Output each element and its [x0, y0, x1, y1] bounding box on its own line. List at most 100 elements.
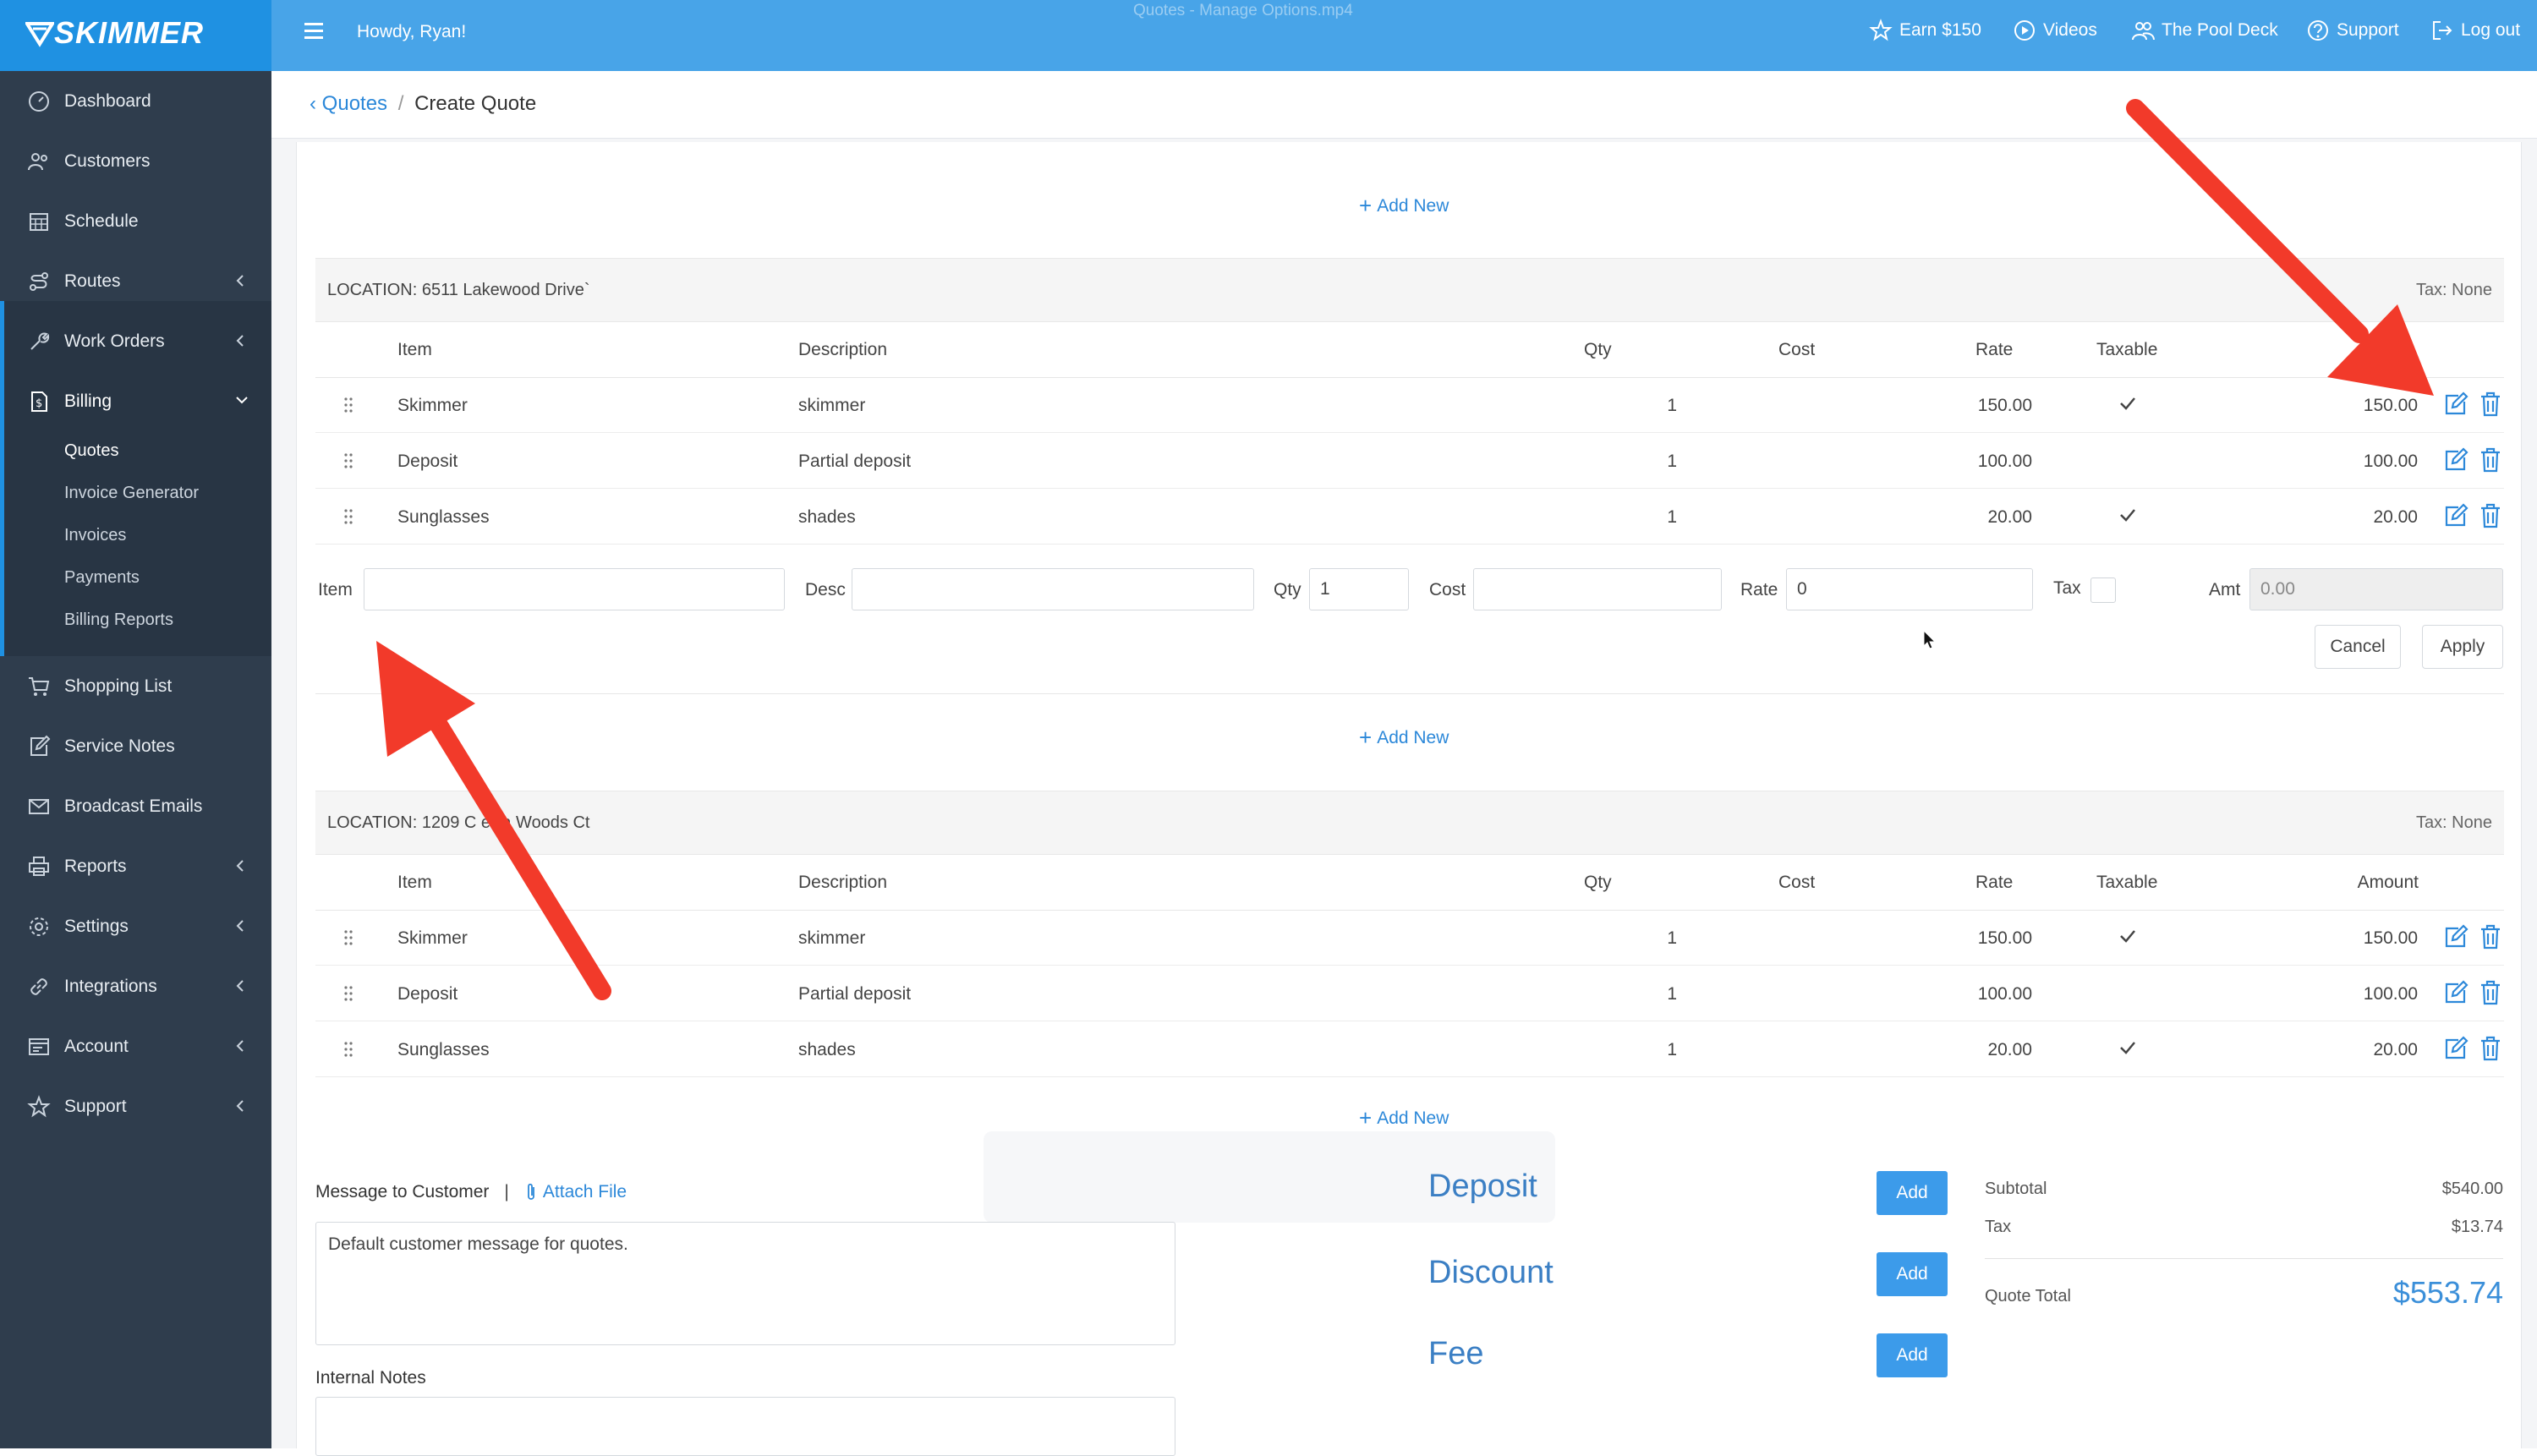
sidebar-item-account[interactable]: Account [0, 1016, 271, 1076]
sidebar-item-support[interactable]: Support [0, 1076, 271, 1136]
location-tax[interactable]: Tax: None [2416, 281, 2492, 300]
sidebar-item-dashboard[interactable]: Dashboard [0, 71, 271, 130]
add-new-line-link[interactable]: + Add New [1359, 725, 1449, 751]
rate-input[interactable]: 0 [1786, 568, 2033, 610]
support-link[interactable]: Support [2306, 19, 2399, 42]
trash-icon[interactable] [2479, 980, 2502, 1005]
videos-link[interactable]: Videos [2013, 19, 2097, 42]
paperclip-icon [527, 1183, 534, 1200]
drag-handle-icon[interactable] [344, 1041, 353, 1058]
edit-icon[interactable] [2443, 1036, 2469, 1061]
sidebar-subitem-invoices[interactable]: Invoices [64, 526, 126, 545]
sidebar-item-reports[interactable]: Reports [0, 836, 271, 895]
sidebar-item-settings[interactable]: Settings [0, 896, 271, 955]
drag-handle-icon[interactable] [344, 452, 353, 469]
earn-label: Earn $150 [1899, 20, 1981, 40]
add-new-location-link[interactable]: + Add New [1359, 1105, 1449, 1131]
sidebar-item-label: Account [64, 1037, 129, 1056]
trash-icon[interactable] [2479, 924, 2502, 950]
row-qty: 1 [1667, 928, 1677, 948]
add-fee-button[interactable]: Add [1877, 1333, 1948, 1377]
chevron-left-icon [236, 980, 244, 992]
sidebar-item-schedule[interactable]: Schedule [0, 191, 271, 250]
location-tax[interactable]: Tax: None [2416, 813, 2492, 833]
pool-deck-link[interactable]: The Pool Deck [2131, 19, 2278, 42]
row-rate: 150.00 [1977, 928, 2032, 948]
attach-file-label: Attach File [542, 1182, 627, 1201]
sidebar-item-integrations[interactable]: Integrations [0, 956, 271, 1015]
earn-link[interactable]: Earn $150 [1869, 19, 1981, 42]
breadcrumb-back-link[interactable]: ‹ Quotes [310, 92, 387, 115]
qty-input[interactable]: 1 [1309, 568, 1409, 610]
cancel-button[interactable]: Cancel [2315, 625, 2401, 669]
amt-input[interactable]: 0.00 [2249, 568, 2503, 610]
chevron-left-icon [236, 275, 244, 287]
edit-icon[interactable] [2443, 980, 2469, 1005]
drag-handle-icon[interactable] [344, 929, 353, 946]
drag-handle-icon[interactable] [344, 508, 353, 525]
add-discount-button[interactable]: Add [1877, 1252, 1948, 1296]
row-amount: 100.00 [2363, 452, 2418, 471]
attach-file-link[interactable]: Attach File [524, 1182, 627, 1202]
add-deposit-button[interactable]: Add [1877, 1171, 1948, 1215]
table-row: Skimmer skimmer 1 150.00 150.00 [315, 911, 2504, 966]
row-description: shades [798, 1040, 856, 1059]
sidebar-subitem-quotes[interactable]: Quotes [64, 441, 118, 461]
table-row: Sunglasses shades 1 20.00 20.00 [315, 1022, 2504, 1077]
sidebar-subitem-billing-reports[interactable]: Billing Reports [64, 610, 173, 630]
sidebar-item-broadcast-emails[interactable]: Broadcast Emails [0, 776, 271, 835]
internal-notes-textarea[interactable] [315, 1397, 1175, 1456]
edit-icon[interactable] [2443, 391, 2469, 417]
trash-icon[interactable] [2479, 1036, 2502, 1061]
deposit-label: Deposit [1428, 1169, 1537, 1204]
edit-icon[interactable] [2443, 447, 2469, 473]
drag-handle-icon[interactable] [344, 397, 353, 413]
row-item: Deposit [397, 452, 458, 471]
hamburger-menu-icon[interactable] [304, 23, 323, 40]
message-divider: | [504, 1182, 509, 1201]
star-icon [27, 1095, 51, 1118]
tax-value: $13.74 [2451, 1218, 2503, 1236]
add-new-location-link[interactable]: + Add New [1359, 193, 1449, 219]
trash-icon[interactable] [2479, 391, 2502, 417]
add-new-label: Add New [1377, 727, 1449, 747]
sidebar-item-service-notes[interactable]: Service Notes [0, 716, 271, 775]
sidebar-item-routes[interactable]: Routes [0, 251, 271, 310]
logout-link[interactable]: Log out [2430, 19, 2520, 42]
sidebar-subitem-payments[interactable]: Payments [64, 568, 140, 588]
tax-checkbox[interactable] [2090, 577, 2116, 603]
cost-input[interactable] [1473, 568, 1722, 610]
form-item-label: Item [318, 580, 353, 599]
col-rate: Rate [1975, 340, 2014, 359]
sidebar-item-label: Shopping List [64, 676, 173, 696]
edit-icon[interactable] [2443, 503, 2469, 528]
trash-icon[interactable] [2479, 503, 2502, 528]
gauge-icon [29, 91, 49, 112]
star-icon [1869, 19, 1893, 41]
drag-handle-icon[interactable] [344, 985, 353, 1002]
col-amount: Amount [2357, 873, 2419, 892]
breadcrumb-bar [271, 71, 2537, 139]
pool-deck-label: The Pool Deck [2162, 20, 2278, 40]
sidebar-item-shopping-list[interactable]: Shopping List [0, 656, 271, 715]
table-row: Deposit Partial deposit 1 100.00 100.00 [315, 966, 2504, 1021]
edit-icon[interactable] [2443, 924, 2469, 950]
gear-icon [30, 917, 48, 936]
mouse-cursor-icon [1923, 630, 1937, 649]
trash-icon[interactable] [2479, 447, 2502, 473]
desc-input[interactable] [852, 568, 1254, 610]
route-icon [30, 272, 48, 291]
sidebar-item-billing[interactable]: $ Billing [0, 371, 271, 430]
logo[interactable]: SKIMMER [0, 0, 271, 71]
sidebar-item-work-orders[interactable]: Work Orders [0, 311, 271, 370]
col-rate: Rate [1975, 873, 2014, 892]
item-input[interactable] [364, 568, 785, 610]
row-item: Sunglasses [397, 1040, 490, 1059]
apply-button[interactable]: Apply [2422, 625, 2503, 669]
sidebar-item-customers[interactable]: Customers [0, 131, 271, 190]
message-textarea[interactable]: Default customer message for quotes. [315, 1222, 1175, 1345]
row-item: Skimmer [397, 396, 468, 415]
wrench-icon [30, 332, 50, 350]
sidebar-subitem-invoice-generator[interactable]: Invoice Generator [64, 484, 199, 503]
users-icon [28, 153, 47, 171]
